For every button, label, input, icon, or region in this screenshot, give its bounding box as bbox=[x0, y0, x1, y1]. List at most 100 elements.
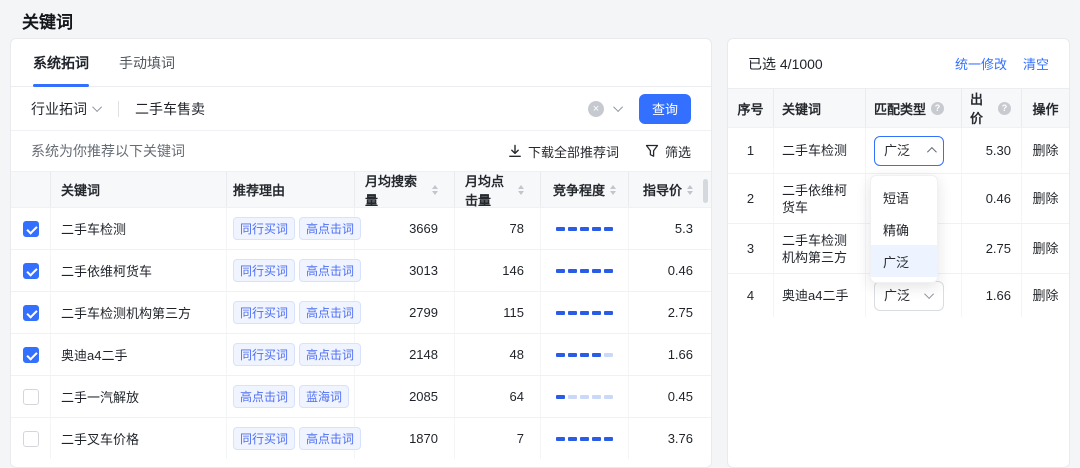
keyword-text: 奥迪a4二手 bbox=[61, 345, 127, 364]
clicks-value: 78 bbox=[455, 208, 541, 249]
col-competition[interactable]: 竞争程度 bbox=[541, 172, 629, 207]
col-clicks[interactable]: 月均点击量 bbox=[455, 172, 541, 207]
bid-value: 5.30 bbox=[962, 128, 1022, 173]
sort-icon[interactable] bbox=[610, 185, 616, 195]
competition-indicator bbox=[556, 269, 613, 273]
help-icon[interactable]: ? bbox=[998, 102, 1011, 115]
clicks-value: 64 bbox=[455, 376, 541, 417]
batch-edit-link[interactable]: 统一修改 bbox=[955, 54, 1007, 73]
search-volume-value: 3013 bbox=[355, 250, 455, 291]
keyword-text: 二手车检测机构第三方 bbox=[61, 303, 191, 322]
row-checkbox[interactable] bbox=[23, 431, 39, 447]
chevron-down-icon bbox=[924, 289, 934, 299]
search-bar: 行业拓词 × 查询 bbox=[11, 87, 711, 131]
guide-price-value: 5.3 bbox=[629, 208, 711, 249]
delete-link[interactable]: 删除 bbox=[1032, 190, 1058, 207]
search-volume-value: 2085 bbox=[355, 376, 455, 417]
search-volume-value: 2799 bbox=[355, 292, 455, 333]
reason-tag: 同行买词 bbox=[233, 427, 295, 450]
row-checkbox[interactable] bbox=[23, 221, 39, 237]
table-row: 二手依维柯货车 同行买词高点击词 3013 146 0.46 bbox=[11, 249, 711, 291]
match-type-select[interactable]: 广泛 bbox=[874, 281, 944, 311]
reason-tag: 高点击词 bbox=[299, 343, 361, 366]
keyword-text: 二手依维柯货车 bbox=[782, 182, 857, 216]
keyword-text: 二手车检测 bbox=[782, 142, 847, 159]
competition-indicator bbox=[556, 311, 613, 315]
selected-keywords-panel: 已选 4/1000 统一修改 清空 序号 关键词 匹配类型? 出价? 操作 1 … bbox=[727, 38, 1070, 468]
row-checkbox[interactable] bbox=[23, 389, 39, 405]
table-row: 二手车检测机构第三方 同行买词高点击词 2799 115 2.75 bbox=[11, 291, 711, 333]
competition-indicator bbox=[556, 353, 613, 357]
reason-tag: 同行买词 bbox=[233, 217, 295, 240]
bid-value: 0.46 bbox=[962, 174, 1022, 223]
clear-all-link[interactable]: 清空 bbox=[1023, 54, 1049, 73]
keyword-text: 二手依维柯货车 bbox=[61, 261, 152, 280]
competition-indicator bbox=[556, 227, 613, 231]
delete-link[interactable]: 删除 bbox=[1032, 142, 1058, 159]
row-index: 4 bbox=[728, 274, 774, 317]
table-row: 二手叉车价格 同行买词高点击词 1870 7 3.76 bbox=[11, 417, 711, 459]
keyword-text: 奥迪a4二手 bbox=[782, 287, 848, 304]
delete-link[interactable]: 删除 bbox=[1032, 287, 1058, 304]
query-button[interactable]: 查询 bbox=[639, 94, 691, 124]
competition-indicator bbox=[556, 395, 613, 399]
table-header-row: 关键词 推荐理由 月均搜索量 月均点击量 竞争程度 指导价 bbox=[11, 171, 711, 207]
match-type-select[interactable]: 广泛 bbox=[874, 136, 944, 166]
download-all-button[interactable]: 下载全部推荐词 bbox=[508, 142, 619, 161]
reason-tag: 蓝海词 bbox=[299, 385, 349, 408]
guide-price-value: 3.76 bbox=[629, 418, 711, 459]
select-all-cell bbox=[11, 172, 51, 207]
delete-link[interactable]: 删除 bbox=[1032, 240, 1058, 257]
row-checkbox[interactable] bbox=[23, 347, 39, 363]
col-match-type: 匹配类型 bbox=[874, 99, 926, 118]
reason-tag: 同行买词 bbox=[233, 259, 295, 282]
reason-tag: 高点击词 bbox=[233, 385, 295, 408]
sort-icon[interactable] bbox=[518, 185, 524, 195]
keyword-search-input[interactable] bbox=[135, 101, 588, 117]
clicks-value: 7 bbox=[455, 418, 541, 459]
tab-system-expansion[interactable]: 系统拓词 bbox=[33, 39, 89, 87]
col-guide-price[interactable]: 指导价 bbox=[629, 172, 711, 207]
sort-icon[interactable] bbox=[687, 185, 693, 195]
selected-header: 已选 4/1000 统一修改 清空 bbox=[728, 39, 1069, 89]
industry-expansion-select[interactable]: 行业拓词 bbox=[31, 99, 102, 119]
sort-icon[interactable] bbox=[432, 185, 438, 195]
filter-button[interactable]: 筛选 bbox=[645, 142, 691, 161]
col-operation: 操作 bbox=[1032, 99, 1058, 118]
search-volume-value: 2148 bbox=[355, 334, 455, 375]
col-search-volume[interactable]: 月均搜索量 bbox=[355, 172, 455, 207]
row-index: 3 bbox=[728, 224, 774, 273]
col-bid: 出价 bbox=[970, 89, 993, 127]
clicks-value: 48 bbox=[455, 334, 541, 375]
row-checkbox[interactable] bbox=[23, 263, 39, 279]
dropdown-option-broad[interactable]: 广泛 bbox=[871, 245, 937, 277]
chevron-up-icon bbox=[927, 147, 937, 157]
match-type-dropdown: 短语 精确 广泛 bbox=[870, 175, 938, 283]
reason-tag: 高点击词 bbox=[299, 301, 361, 324]
guide-price-value: 1.66 bbox=[629, 334, 711, 375]
clear-input-icon[interactable]: × bbox=[588, 101, 604, 117]
selected-row: 1 二手车检测 广泛 5.30 删除 bbox=[728, 127, 1069, 173]
reason-tag: 同行买词 bbox=[233, 301, 295, 324]
chevron-down-icon[interactable] bbox=[613, 102, 623, 112]
col-reason: 推荐理由 bbox=[233, 180, 285, 199]
scrollbar-thumb[interactable] bbox=[703, 179, 708, 203]
competition-indicator bbox=[556, 437, 613, 441]
tab-manual-fill[interactable]: 手动填词 bbox=[119, 39, 175, 87]
table-row: 奥迪a4二手 同行买词高点击词 2148 48 1.66 bbox=[11, 333, 711, 375]
keyword-text: 二手车检测 bbox=[61, 219, 126, 238]
clicks-value: 115 bbox=[455, 292, 541, 333]
guide-price-value: 2.75 bbox=[629, 292, 711, 333]
reason-tag: 同行买词 bbox=[233, 343, 295, 366]
row-index: 1 bbox=[728, 128, 774, 173]
dropdown-option-phrase[interactable]: 短语 bbox=[871, 181, 937, 213]
filter-label: 筛选 bbox=[665, 142, 691, 161]
reason-tag: 高点击词 bbox=[299, 217, 361, 240]
col-index: 序号 bbox=[737, 99, 763, 118]
filter-icon bbox=[645, 144, 659, 158]
keyword-text: 二手车检测机构第三方 bbox=[782, 232, 857, 266]
dropdown-option-exact[interactable]: 精确 bbox=[871, 213, 937, 245]
help-icon[interactable]: ? bbox=[931, 102, 944, 115]
row-checkbox[interactable] bbox=[23, 305, 39, 321]
page-title: 关键词 bbox=[22, 8, 73, 33]
